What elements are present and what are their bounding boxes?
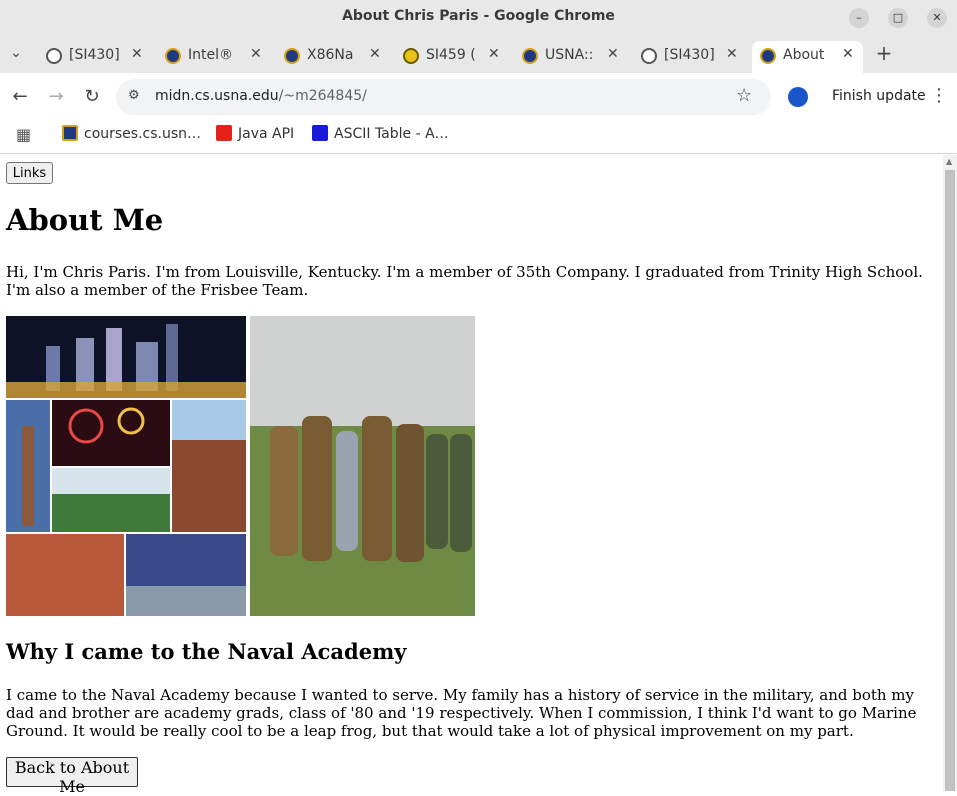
forward-arrow-icon[interactable]: → (44, 85, 68, 109)
tab-x86[interactable]: X86Na ✕ (284, 41, 384, 73)
new-tab-plus-icon[interactable]: + (872, 41, 896, 65)
person-figure (426, 434, 448, 549)
tab-si430-2[interactable]: [SI430] ✕ (641, 41, 741, 73)
frisbee-team-photo (250, 316, 475, 616)
grandstand (52, 468, 170, 494)
usna-crest-icon (62, 125, 78, 141)
window-titlebar: About Chris Paris - Google Chrome – □ ✕ (0, 0, 957, 35)
usna-crest-icon (165, 48, 181, 64)
scrollbar-thumb[interactable] (945, 170, 955, 791)
skyline-building (166, 324, 178, 391)
url-host: midn.cs.usna.edu (155, 88, 279, 104)
section-heading: Why I came to the Naval Academy (6, 639, 407, 664)
person-figure (336, 431, 358, 551)
tab-search-chevron-icon[interactable]: ⌄ (4, 41, 28, 65)
fireworks-tile (52, 400, 170, 466)
usna-crest-icon (522, 48, 538, 64)
smiley-icon (403, 48, 419, 64)
maximize-button[interactable]: □ (888, 8, 908, 28)
person-figure (450, 434, 472, 552)
oracle-icon (216, 125, 232, 141)
bookmark-star-icon[interactable]: ☆ (736, 85, 752, 106)
person-figure (362, 416, 392, 561)
plaza (126, 586, 246, 616)
page-heading: About Me (6, 203, 164, 237)
reason-paragraph: I came to the Naval Academy because I wa… (6, 686, 917, 740)
at-sign-icon (312, 125, 328, 141)
site-info-icon[interactable]: ⚙ (128, 88, 140, 103)
kebab-menu-icon[interactable]: ⋮ (930, 85, 948, 106)
close-tab-icon[interactable]: ✕ (488, 46, 500, 62)
tab-label: [SI430] (69, 47, 119, 63)
close-tab-icon[interactable]: ✕ (250, 46, 262, 62)
minimize-button[interactable]: – (849, 8, 869, 28)
tab-about-active[interactable]: About ✕ (752, 41, 863, 73)
browser-toolbar: ← → ↻ ⚙ midn.cs.usna.edu/~m264845/ ☆ Fin… (0, 73, 957, 121)
close-tab-icon[interactable]: ✕ (607, 46, 619, 62)
person-figure (270, 426, 298, 556)
bookmarks-bar: ▦ courses.cs.usn… Java API ASCII Table -… (0, 121, 957, 154)
page-content: Links About Me Hi, I'm Chris Paris. I'm … (0, 155, 943, 796)
fourth-street-tile (6, 534, 124, 616)
intro-paragraph: Hi, I'm Chris Paris. I'm from Louisville… (6, 263, 923, 299)
close-window-button[interactable]: ✕ (927, 8, 947, 28)
bookmark-ascii-table[interactable]: ASCII Table - A… (312, 125, 449, 142)
tab-label: Intel® (188, 47, 233, 63)
vertical-scrollbar[interactable]: ▲ (943, 155, 957, 791)
bookmark-label: courses.cs.usn… (84, 126, 202, 142)
globe-icon (641, 48, 657, 64)
profile-avatar-icon[interactable] (788, 87, 808, 107)
usna-crest-icon (760, 48, 776, 64)
tab-label: X86Na (307, 47, 354, 63)
url-path: /~m264845/ (278, 88, 367, 104)
louisville-collage-image (6, 316, 246, 616)
bookmark-java-api[interactable]: Java API (216, 125, 294, 142)
person-figure (396, 424, 424, 562)
back-arrow-icon[interactable]: ← (8, 85, 32, 109)
usna-crest-icon (284, 48, 300, 64)
tab-label: SI459 ( (426, 47, 476, 63)
close-tab-icon[interactable]: ✕ (369, 46, 381, 62)
tab-si430-1[interactable]: [SI430] ✕ (46, 41, 146, 73)
address-bar[interactable]: ⚙ midn.cs.usna.edu/~m264845/ ☆ (116, 79, 771, 115)
river-reflection (6, 382, 246, 398)
tab-label: USNA:: (545, 47, 594, 63)
tab-intel[interactable]: Intel® ✕ (165, 41, 265, 73)
bookmark-label: ASCII Table - A… (334, 126, 449, 142)
window-title: About Chris Paris - Google Chrome (342, 8, 615, 24)
skyline-building (106, 328, 122, 391)
church-spire (22, 426, 34, 526)
globe-icon (46, 48, 62, 64)
tab-si459[interactable]: SI459 ( ✕ (403, 41, 503, 73)
tab-usna[interactable]: USNA:: ✕ (522, 41, 622, 73)
bookmark-label: Java API (238, 126, 295, 142)
tab-label: About (783, 47, 825, 63)
tab-strip: ⌄ [SI430] ✕ Intel® ✕ X86Na ✕ SI459 ( ✕ U… (0, 35, 957, 73)
finish-update-button[interactable]: Finish update (832, 88, 926, 104)
close-tab-icon[interactable]: ✕ (842, 46, 854, 62)
back-to-about-button[interactable]: Back to About Me (6, 757, 138, 796)
bookmark-courses[interactable]: courses.cs.usn… (62, 125, 201, 142)
sky-area (172, 400, 246, 440)
url-text[interactable]: midn.cs.usna.edu/~m264845/ (155, 88, 367, 104)
reload-icon[interactable]: ↻ (80, 85, 104, 109)
tab-label: [SI430] (664, 47, 714, 63)
apps-grid-icon[interactable]: ▦ (16, 125, 31, 144)
close-tab-icon[interactable]: ✕ (726, 46, 738, 62)
scroll-up-arrow-icon[interactable]: ▲ (946, 157, 952, 166)
person-figure (302, 416, 332, 561)
close-tab-icon[interactable]: ✕ (131, 46, 143, 62)
links-button[interactable]: Links (6, 162, 53, 184)
